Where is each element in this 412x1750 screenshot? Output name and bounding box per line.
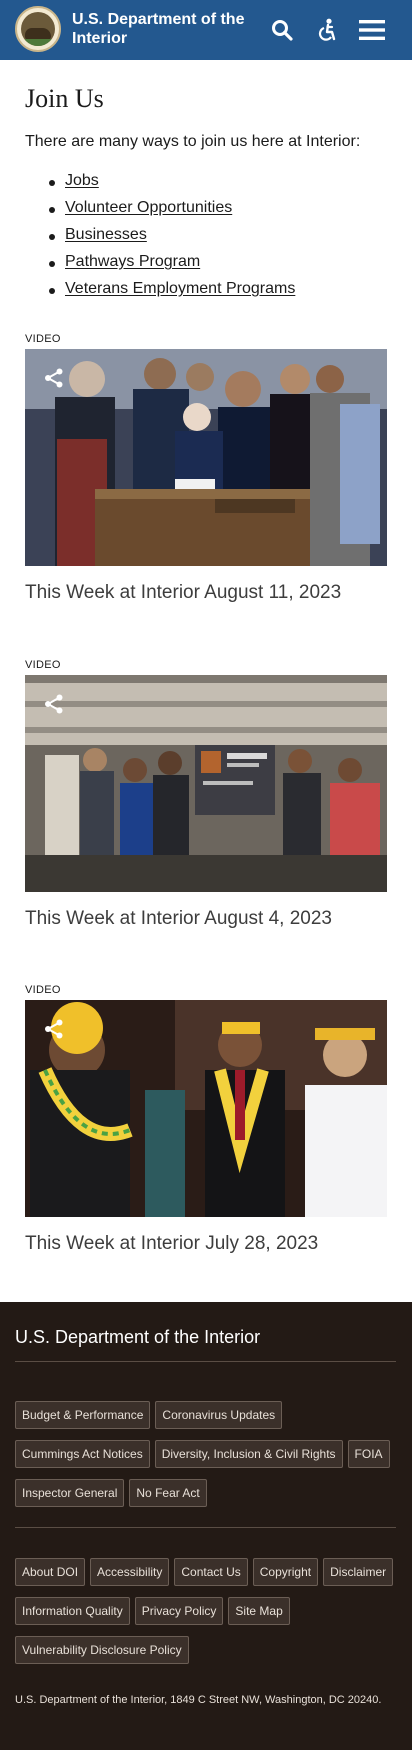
footer-link-about-doi[interactable]: About DOI <box>15 1558 86 1586</box>
footer-link-no-fear-act[interactable]: No Fear Act <box>129 1479 207 1507</box>
pathways-program-link[interactable]: Pathways Program <box>65 253 200 270</box>
footer-link-copyright[interactable]: Copyright <box>252 1558 319 1586</box>
footer-link-cummings-act[interactable]: Cummings Act Notices <box>15 1440 150 1468</box>
list-item: Veterans Employment Programs <box>48 280 295 307</box>
businesses-link[interactable]: Businesses <box>65 226 147 243</box>
site-brand-title[interactable]: U.S. Department of the Interior <box>72 10 252 48</box>
video-tag: VIDEO <box>25 333 61 345</box>
volunteer-opportunities-link[interactable]: Volunteer Opportunities <box>65 199 232 216</box>
video-thumbnail[interactable] <box>25 1000 387 1217</box>
accessibility-icon[interactable] <box>310 13 344 47</box>
list-item: Volunteer Opportunities <box>48 199 295 226</box>
intro-text: There are many ways to join us here at I… <box>25 133 361 150</box>
footer-link-privacy-policy[interactable]: Privacy Policy <box>134 1597 224 1625</box>
video-card: VIDEO <box>25 333 387 604</box>
join-links-list: Jobs Volunteer Opportunities Businesses … <box>48 172 295 307</box>
footer-link-inspector-general[interactable]: Inspector General <box>15 1479 125 1507</box>
video-title-link[interactable]: This Week at Interior August 4, 2023 <box>25 908 387 930</box>
footer-link-budget-performance[interactable]: Budget & Performance <box>15 1401 151 1429</box>
share-icon[interactable] <box>37 1012 71 1046</box>
footer-links-secondary: About DOI Accessibility Contact Us Copyr… <box>15 1558 400 1664</box>
search-icon[interactable] <box>265 13 299 47</box>
footer-link-contact-us[interactable]: Contact Us <box>174 1558 248 1586</box>
share-icon[interactable] <box>37 361 71 395</box>
footer-links-primary: Budget & Performance Coronavirus Updates… <box>15 1401 400 1507</box>
list-item: Jobs <box>48 172 295 199</box>
bison-seal-icon <box>21 12 55 46</box>
footer-link-site-map[interactable]: Site Map <box>228 1597 290 1625</box>
footer-link-information-quality[interactable]: Information Quality <box>15 1597 130 1625</box>
page-title: Join Us <box>25 84 104 113</box>
video-title-link[interactable]: This Week at Interior July 28, 2023 <box>25 1233 387 1255</box>
video-thumbnail[interactable] <box>25 349 387 566</box>
footer-address: U.S. Department of the Interior, 1849 C … <box>15 1694 382 1706</box>
share-icon[interactable] <box>37 687 71 721</box>
veterans-employment-link[interactable]: Veterans Employment Programs <box>65 280 295 297</box>
jobs-link[interactable]: Jobs <box>65 172 99 189</box>
list-item: Businesses <box>48 226 295 253</box>
footer-link-foia[interactable]: FOIA <box>347 1440 390 1468</box>
footer-link-accessibility[interactable]: Accessibility <box>90 1558 170 1586</box>
department-seal-logo[interactable] <box>15 6 61 52</box>
footer-link-diversity-inclusion[interactable]: Diversity, Inclusion & Civil Rights <box>154 1440 343 1468</box>
footer-title[interactable]: U.S. Department of the Interior <box>15 1327 260 1348</box>
footer-divider <box>15 1527 396 1528</box>
video-tag: VIDEO <box>25 659 61 671</box>
footer-link-disclaimer[interactable]: Disclaimer <box>323 1558 394 1586</box>
footer-divider <box>15 1361 396 1362</box>
video-card: VIDEO <box>25 984 387 1255</box>
video-tag: VIDEO <box>25 984 61 996</box>
list-item: Pathways Program <box>48 253 295 280</box>
footer-link-vulnerability-disclosure[interactable]: Vulnerability Disclosure Policy <box>15 1636 189 1664</box>
video-thumbnail[interactable] <box>25 675 387 892</box>
video-card: VIDEO <box>25 659 387 930</box>
site-header: U.S. Department of the Interior <box>0 0 412 60</box>
video-title-link[interactable]: This Week at Interior August 11, 2023 <box>25 582 387 604</box>
menu-icon[interactable] <box>355 13 389 47</box>
footer-link-coronavirus-updates[interactable]: Coronavirus Updates <box>155 1401 283 1429</box>
site-footer: U.S. Department of the Interior Budget &… <box>0 1302 412 1750</box>
